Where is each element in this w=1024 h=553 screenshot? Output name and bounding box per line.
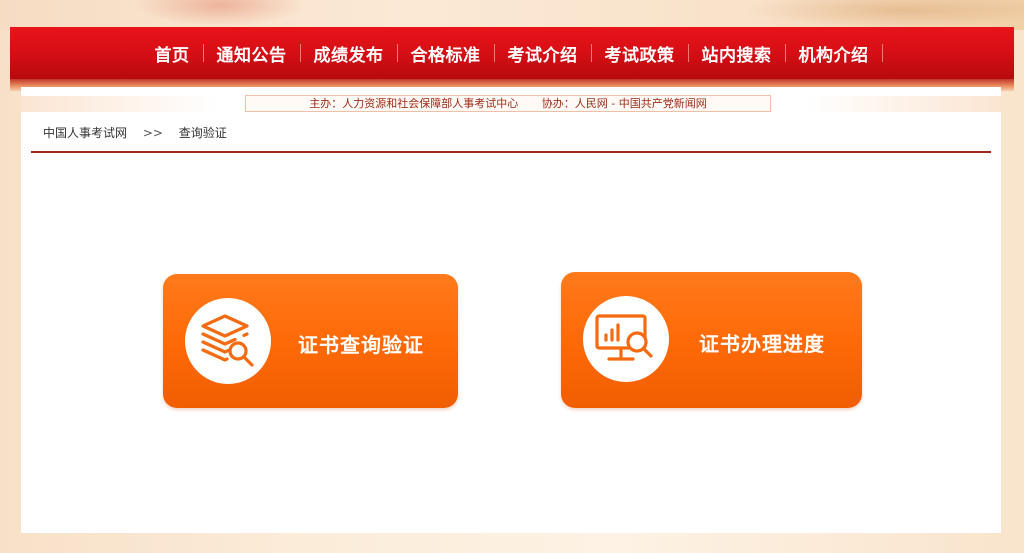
nav-item-scores: 成绩发布: [301, 41, 398, 66]
nav-link-notices[interactable]: 通知公告: [204, 41, 300, 66]
nav-list: 首页 通知公告 成绩发布 合格标准 考试介绍 考试政策 站内搜索 机构介绍: [142, 41, 883, 66]
breadcrumb-home-link[interactable]: 中国人事考试网: [43, 126, 127, 140]
certificate-verify-button[interactable]: 证书查询验证: [163, 274, 458, 408]
sponsor-co: 协办：人民网 - 中国共产党新闻网: [541, 97, 707, 110]
nav-link-standards[interactable]: 合格标准: [398, 41, 494, 66]
certificate-progress-label: 证书办理进度: [699, 332, 825, 356]
nav-item-exam-intro: 考试介绍: [495, 41, 592, 66]
nav-link-about[interactable]: 机构介绍: [786, 41, 882, 66]
nav-item-home: 首页: [142, 41, 204, 66]
certificate-verify-icon-circle: [185, 298, 271, 384]
nav-item-policy: 考试政策: [592, 41, 689, 66]
nav-item-search: 站内搜索: [689, 41, 786, 66]
nav-item-about: 机构介绍: [786, 41, 883, 66]
certificate-verify-label: 证书查询验证: [298, 333, 424, 357]
nav-link-home[interactable]: 首页: [142, 41, 203, 66]
nav-item-standards: 合格标准: [398, 41, 495, 66]
breadcrumb: 中国人事考试网 >> 查询验证: [43, 124, 227, 141]
nav-item-notices: 通知公告: [204, 41, 301, 66]
nav-link-search[interactable]: 站内搜索: [689, 41, 785, 66]
layers-search-icon: [201, 314, 254, 367]
sponsor-bar: 主办：人力资源和社会保障部人事考试中心 协办：人民网 - 中国共产党新闻网: [245, 95, 771, 112]
nav-link-scores[interactable]: 成绩发布: [301, 41, 397, 66]
breadcrumb-separator: >>: [142, 126, 163, 140]
certificate-progress-icon-circle: [583, 296, 669, 382]
nav-divider: [881, 44, 883, 62]
header-divider: [31, 151, 991, 153]
main-nav: 首页 通知公告 成绩发布 合格标准 考试介绍 考试政策 站内搜索 机构介绍: [10, 27, 1014, 79]
content-panel: 主办：人力资源和社会保障部人事考试中心 协办：人民网 - 中国共产党新闻网 中国…: [21, 87, 1001, 533]
nav-link-exam-intro[interactable]: 考试介绍: [495, 41, 591, 66]
header-decoration: [0, 0, 1024, 30]
monitor-chart-search-icon: [595, 314, 653, 361]
sponsor-host: 主办：人力资源和社会保障部人事考试中心: [309, 97, 519, 110]
certificate-progress-button[interactable]: 证书办理进度: [561, 272, 862, 408]
nav-link-policy[interactable]: 考试政策: [592, 41, 688, 66]
breadcrumb-current: 查询验证: [178, 126, 227, 140]
